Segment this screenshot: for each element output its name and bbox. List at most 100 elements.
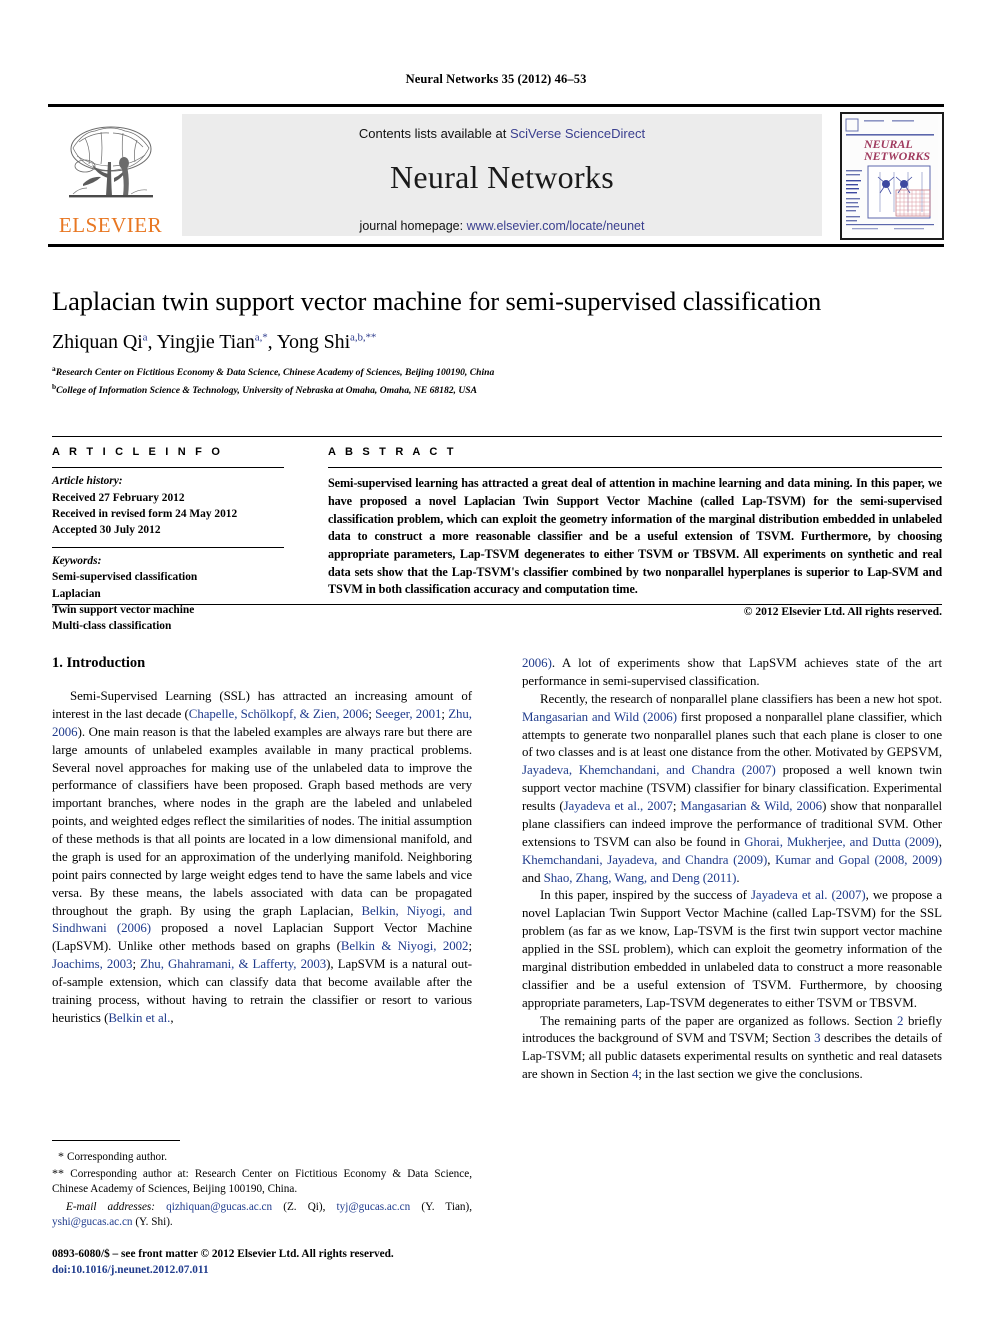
email-person: (Y. Tian) — [421, 1200, 470, 1213]
history-item: Received in revised form 24 May 2012 — [52, 507, 238, 520]
masthead-top-rule — [48, 104, 944, 107]
sciencedirect-link[interactable]: SciVerse ScienceDirect — [510, 126, 645, 141]
article-history-block: Article history: Received 27 February 20… — [52, 473, 284, 538]
author-name: Yong Shi — [276, 331, 351, 354]
citation-link[interactable]: Mangasarian & Wild, 2006 — [680, 799, 822, 813]
paragraph: In this paper, inspired by the success o… — [522, 888, 942, 1010]
elsevier-logo: ELSEVIER — [48, 109, 173, 236]
citation-link[interactable]: 2006) — [522, 656, 552, 670]
keyword-item: Semi-supervised classification — [52, 571, 198, 584]
paragraph: 2006). A lot of experiments show that La… — [522, 656, 942, 688]
doi-line[interactable]: doi:10.1016/j.neunet.2012.07.011 — [52, 1263, 472, 1279]
citation-link[interactable]: Khemchandani, Jayadeva, and Chandra — [522, 853, 729, 867]
abstract-copyright: © 2012 Elsevier Ltd. All rights reserved… — [743, 604, 942, 618]
footnote-star-mark: * — [52, 1149, 67, 1163]
citation-link[interactable]: (2007) — [832, 888, 866, 902]
abstract-heading: A B S T R A C T — [328, 446, 457, 458]
footnote-double-star-mark: ** — [52, 1166, 71, 1181]
masthead-center-band: Contents lists available at SciVerse Sci… — [182, 114, 822, 236]
citation-link[interactable]: Joachims, 2003 — [52, 957, 132, 971]
footnote-text: Corresponding author. — [67, 1151, 168, 1163]
paper-page: Neural Networks 35 (2012) 46–53 ELSEVIER… — [0, 0, 992, 1323]
issn-copyright-block: 0893-6080/$ – see front matter © 2012 El… — [52, 1247, 472, 1279]
section-link[interactable]: 2 — [897, 1014, 903, 1028]
keyword-item: Laplacian — [52, 587, 101, 600]
article-history-label: Article history: — [52, 475, 123, 488]
citation-link[interactable]: Zhu, Ghahramani, & Lafferty, 2003 — [140, 957, 326, 971]
email-address[interactable]: tyj@gucas.ac.cn — [337, 1201, 411, 1213]
email-label: E-mail addresses: — [66, 1200, 155, 1213]
keyword-item: Multi-class classification — [52, 619, 172, 632]
citation-link[interactable]: Shao, Zhang, Wang, and Deng — [544, 871, 700, 885]
author-name: Zhiquan Qi — [52, 331, 143, 354]
title-block: Laplacian twin support vector machine fo… — [52, 286, 942, 399]
history-item: Accepted 30 July 2012 — [52, 523, 161, 536]
email-person: (Y. Shi) — [135, 1215, 170, 1228]
abstract-rule — [328, 467, 942, 469]
affiliation-list: aResearch Center on Fictitious Economy &… — [52, 363, 942, 399]
citation-link[interactable]: Belkin & Niyogi, 2002 — [341, 939, 469, 953]
citation-link[interactable]: Belkin et al. — [108, 1011, 170, 1025]
right-column: 2006). A lot of experiments show that La… — [522, 655, 942, 1084]
citation-link[interactable]: (2006) — [643, 710, 677, 724]
citation-link[interactable]: (2007) — [742, 763, 776, 777]
elsevier-wordmark: ELSEVIER — [58, 213, 163, 237]
author-list: Zhiquan Qia, Yingjie Tiana,*, Yong Shia,… — [52, 331, 377, 354]
contents-lists-line: Contents lists available at SciVerse Sci… — [182, 114, 822, 141]
info-abstract-panel: A R T I C L E I N F O Article history: R… — [52, 436, 942, 632]
author-name: Yingjie Tian — [156, 331, 255, 354]
paragraph: Recently, the research of nonparallel pl… — [522, 691, 942, 885]
footnote-emails: E-mail addresses: qizhiquan@gucas.ac.cn … — [52, 1200, 473, 1228]
citation-link[interactable]: Kumar and Gopal — [775, 853, 870, 867]
citation-link[interactable]: (2011) — [703, 871, 737, 885]
section-link[interactable]: 3 — [814, 1031, 820, 1045]
citation-link[interactable]: (2009) — [905, 835, 939, 849]
affiliation-text: College of Information Science & Technol… — [56, 385, 478, 397]
citation-link[interactable]: Ghorai, Mukherjee, and Dutta — [744, 835, 900, 849]
affiliation-text: Research Center on Fictitious Economy & … — [55, 367, 495, 379]
citation-link[interactable]: Jayadeva et al. — [751, 888, 828, 902]
abstract-text: Semi-supervised learning has attracted a… — [328, 476, 942, 597]
author-mark: a,* — [254, 331, 268, 344]
paragraph: The remaining parts of the paper are org… — [522, 1013, 942, 1082]
contents-lists-prefix: Contents lists available at — [358, 126, 510, 141]
journal-homepage-line: journal homepage: www.elsevier.com/locat… — [182, 219, 822, 233]
citation-link[interactable]: Seeger, 2001 — [375, 707, 441, 721]
citation-link[interactable]: Mangasarian and Wild — [522, 710, 639, 724]
page-title: Laplacian twin support vector machine fo… — [52, 286, 822, 316]
journal-title: Neural Networks — [390, 159, 614, 195]
issn-line: 0893-6080/$ – see front matter © 2012 El… — [52, 1248, 394, 1261]
section-heading-introduction: 1. Introduction — [52, 655, 146, 671]
citation-link[interactable]: Jayadeva et al., 2007 — [564, 799, 673, 813]
keywords-label: Keywords: — [52, 555, 102, 568]
article-info-rule — [52, 467, 284, 469]
footnote-corresponding-2: ** Corresponding author at: Research Cen… — [52, 1165, 472, 1197]
journal-cover-thumbnail: NEURAL NETWORKS — [840, 112, 944, 240]
email-address[interactable]: qizhiquan@gucas.ac.cn — [166, 1201, 272, 1213]
citation-link[interactable]: (2009) — [733, 853, 767, 867]
history-item: Received 27 February 2012 — [52, 491, 185, 504]
abstract-column: A B S T R A C T Semi-supervised learning… — [328, 436, 942, 618]
panel-bottom-rule — [52, 604, 942, 606]
running-head: Neural Networks 35 (2012) 46–53 — [405, 72, 587, 86]
left-column: 1. Introduction Semi-Supervised Learning… — [52, 655, 472, 1028]
citation-link[interactable]: Chapelle, Schölkopf, & Zien, 2006 — [189, 707, 369, 721]
email-address[interactable]: yshi@gucas.ac.cn — [52, 1216, 133, 1228]
affiliation-item: aResearch Center on Fictitious Economy &… — [52, 363, 942, 381]
elsevier-tree-icon — [63, 122, 159, 214]
author-mark: a — [142, 331, 148, 344]
footnote-text: Corresponding author at: Research Center… — [52, 1168, 472, 1196]
journal-homepage-link[interactable]: www.elsevier.com/locate/neunet — [467, 219, 645, 233]
citation-link[interactable]: Belkin, Niyogi, and Sindhwani — [52, 904, 472, 936]
citation-link[interactable]: (2008, 2009) — [874, 853, 942, 867]
journal-homepage-prefix: journal homepage: — [359, 219, 467, 233]
section-link[interactable]: 4 — [632, 1067, 638, 1081]
citation-link[interactable]: Jayadeva, Khemchandani, and Chandra — [522, 763, 735, 777]
journal-masthead: ELSEVIER Contents lists available at Sci… — [48, 104, 944, 247]
svg-text:NETWORKS: NETWORKS — [863, 149, 930, 163]
author-mark: a,b,** — [350, 331, 377, 344]
article-info-heading: A R T I C L E I N F O — [52, 446, 224, 458]
footnote-block: * Corresponding author. ** Corresponding… — [52, 1140, 472, 1279]
keywords-block: Keywords: Semi-supervised classification… — [52, 553, 284, 634]
citation-link[interactable]: (2006) — [117, 921, 151, 935]
